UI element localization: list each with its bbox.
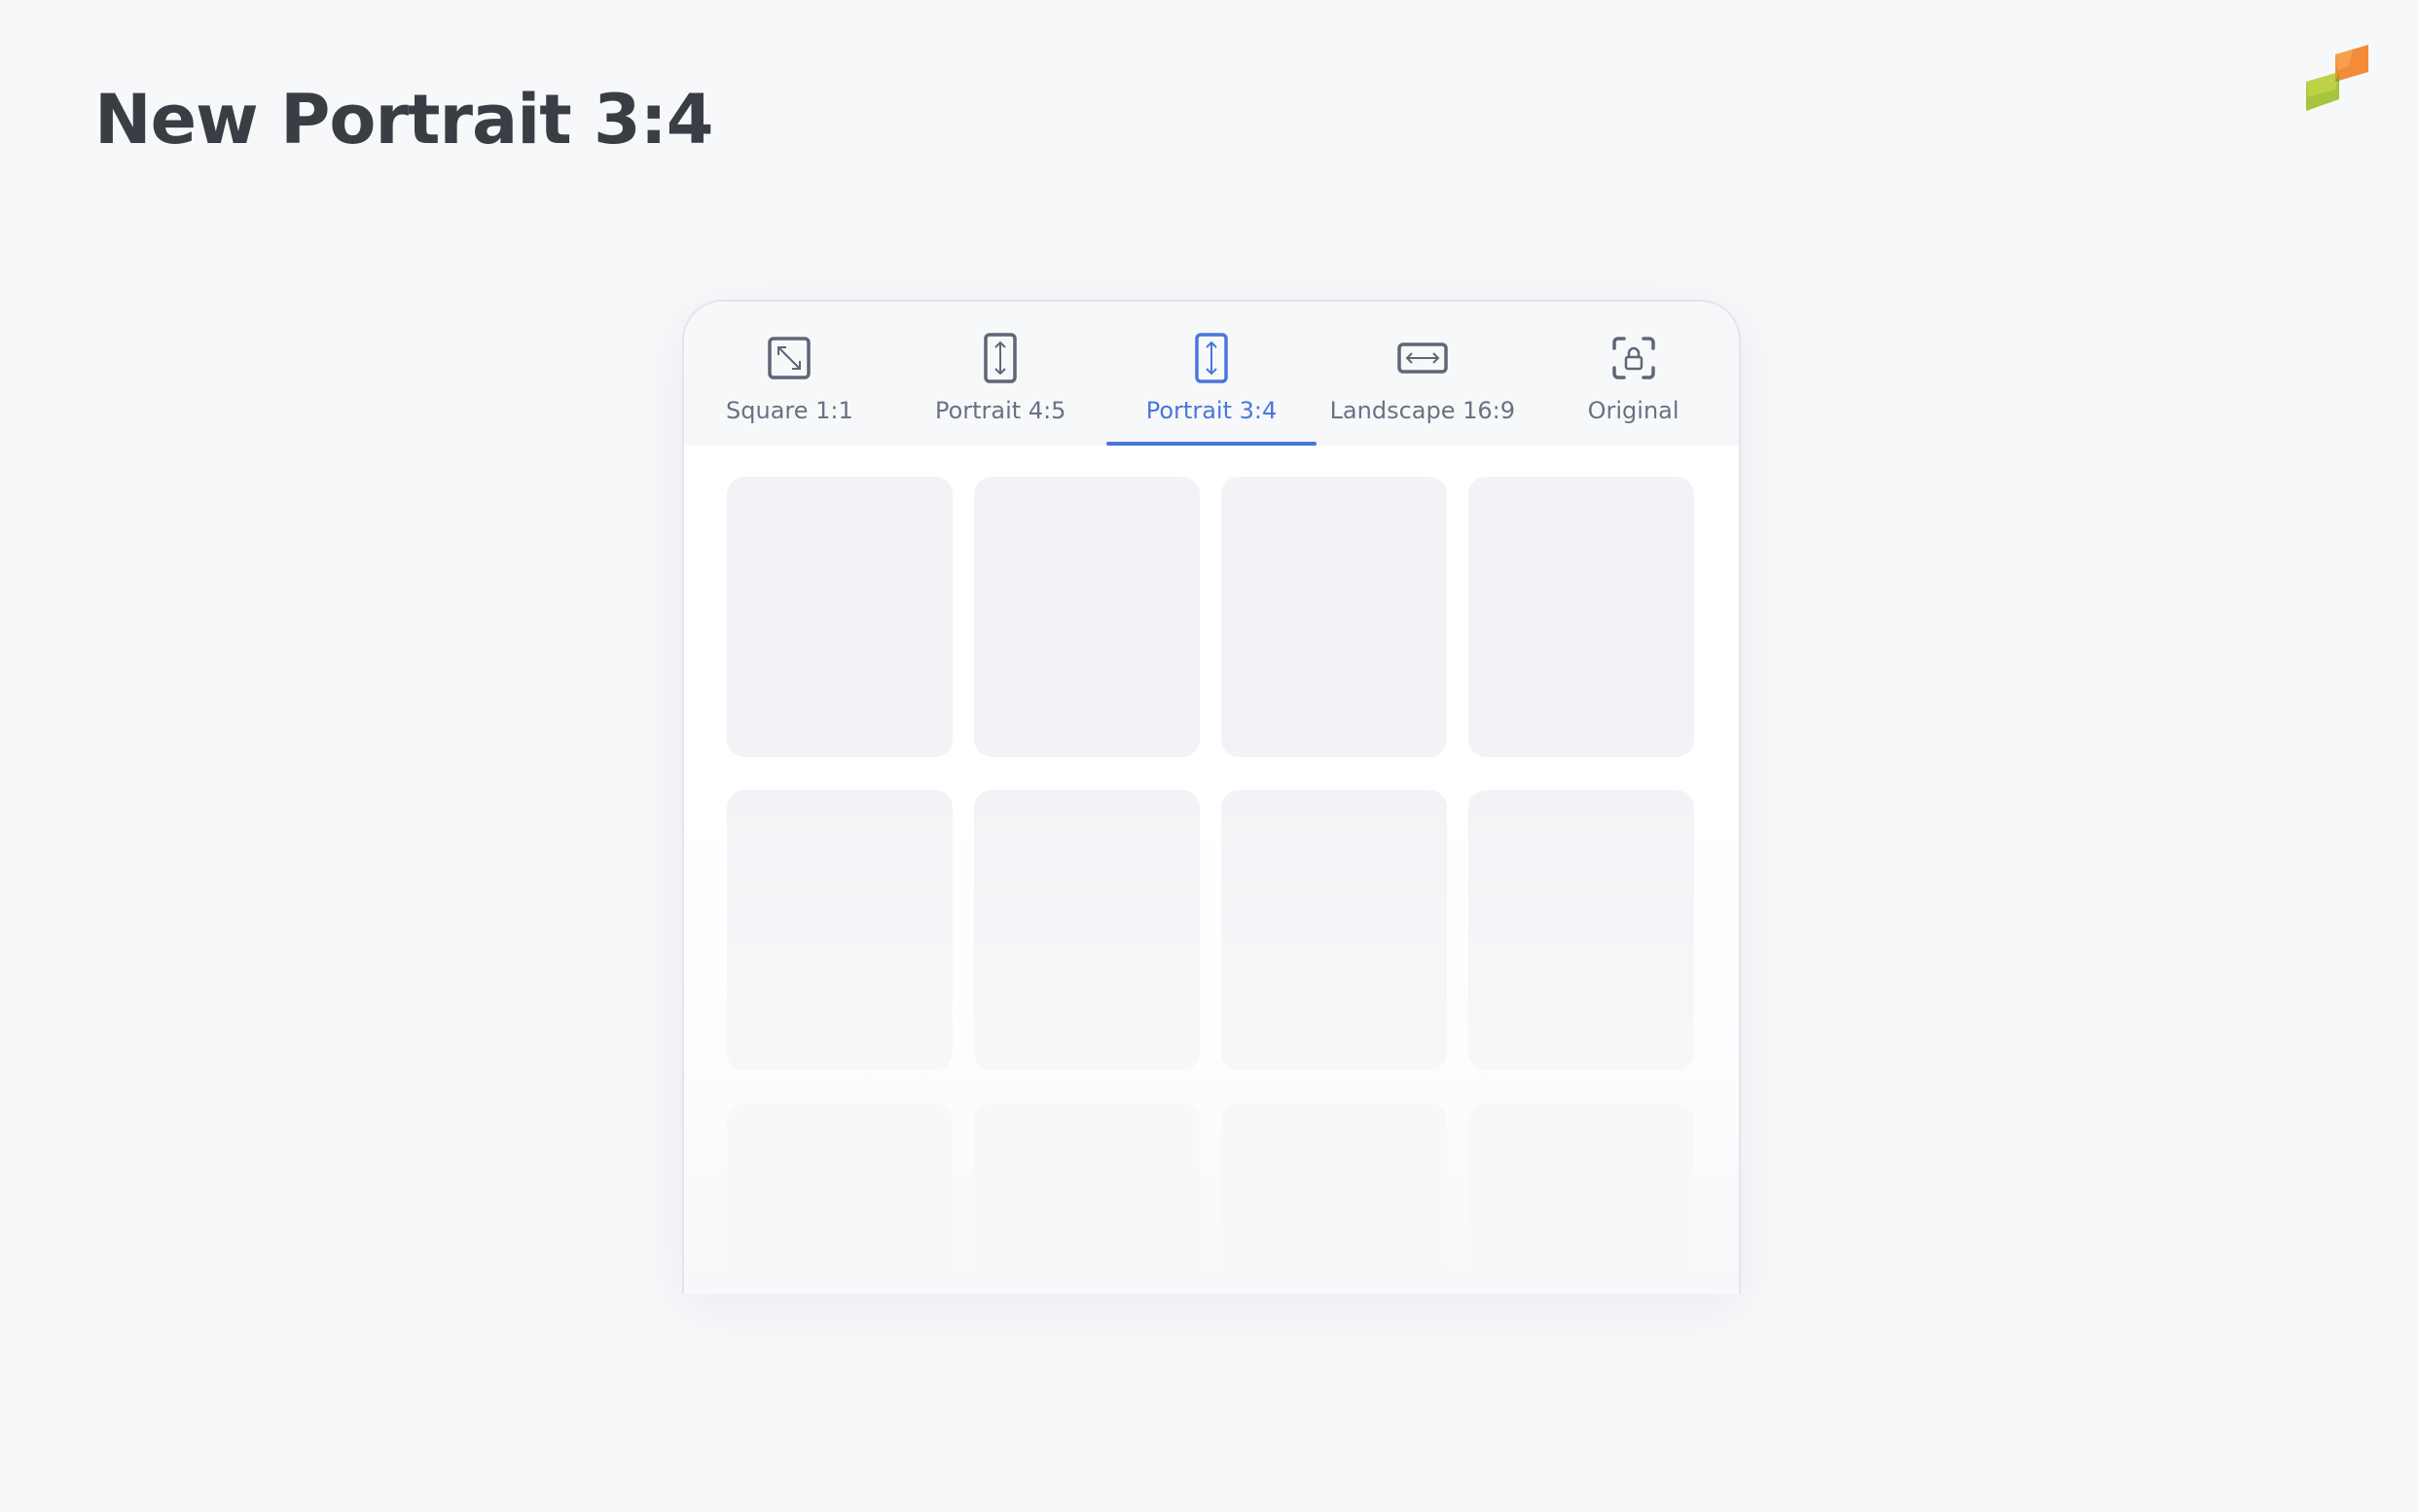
template-placeholder[interactable] [974,790,1200,1070]
portrait-resize-icon [1184,331,1239,385]
tab-label: Original [1587,397,1679,424]
tab-square-1-1[interactable]: Square 1:1 [684,302,895,446]
tab-label: Portrait 4:5 [934,397,1066,424]
page-title: New Portrait 3:4 [94,80,713,160]
tab-label: Square 1:1 [726,397,853,424]
aspect-ratio-panel: Square 1:1 Portrait 4:5 Portrait 3:4 Lan… [682,300,1741,1294]
tab-label: Landscape 16:9 [1329,397,1516,424]
brand-logo-icon [2293,39,2380,126]
landscape-resize-icon [1395,331,1450,385]
tab-landscape-16-9[interactable]: Landscape 16:9 [1317,302,1528,446]
template-placeholder[interactable] [974,477,1200,757]
template-placeholder[interactable] [727,477,953,757]
template-placeholder[interactable] [727,790,953,1070]
template-placeholder[interactable] [727,1103,953,1294]
tab-original[interactable]: Original [1528,302,1739,446]
tab-portrait-3-4[interactable]: Portrait 3:4 [1105,302,1318,446]
tab-portrait-4-5[interactable]: Portrait 4:5 [895,302,1106,446]
template-placeholder[interactable] [1468,477,1694,757]
active-tab-indicator [1105,442,1318,446]
template-placeholder[interactable] [1468,1103,1694,1294]
aspect-ratio-tabs: Square 1:1 Portrait 4:5 Portrait 3:4 Lan… [684,302,1739,446]
template-placeholder[interactable] [1221,477,1447,757]
template-placeholder[interactable] [1221,790,1447,1070]
template-placeholder[interactable] [1468,790,1694,1070]
tab-label: Portrait 3:4 [1145,397,1278,424]
lock-frame-icon [1607,331,1661,385]
template-grid [727,477,1696,1294]
portrait-resize-icon [973,331,1028,385]
square-resize-icon [762,331,816,385]
template-placeholder[interactable] [1221,1103,1447,1294]
template-placeholder[interactable] [974,1103,1200,1294]
